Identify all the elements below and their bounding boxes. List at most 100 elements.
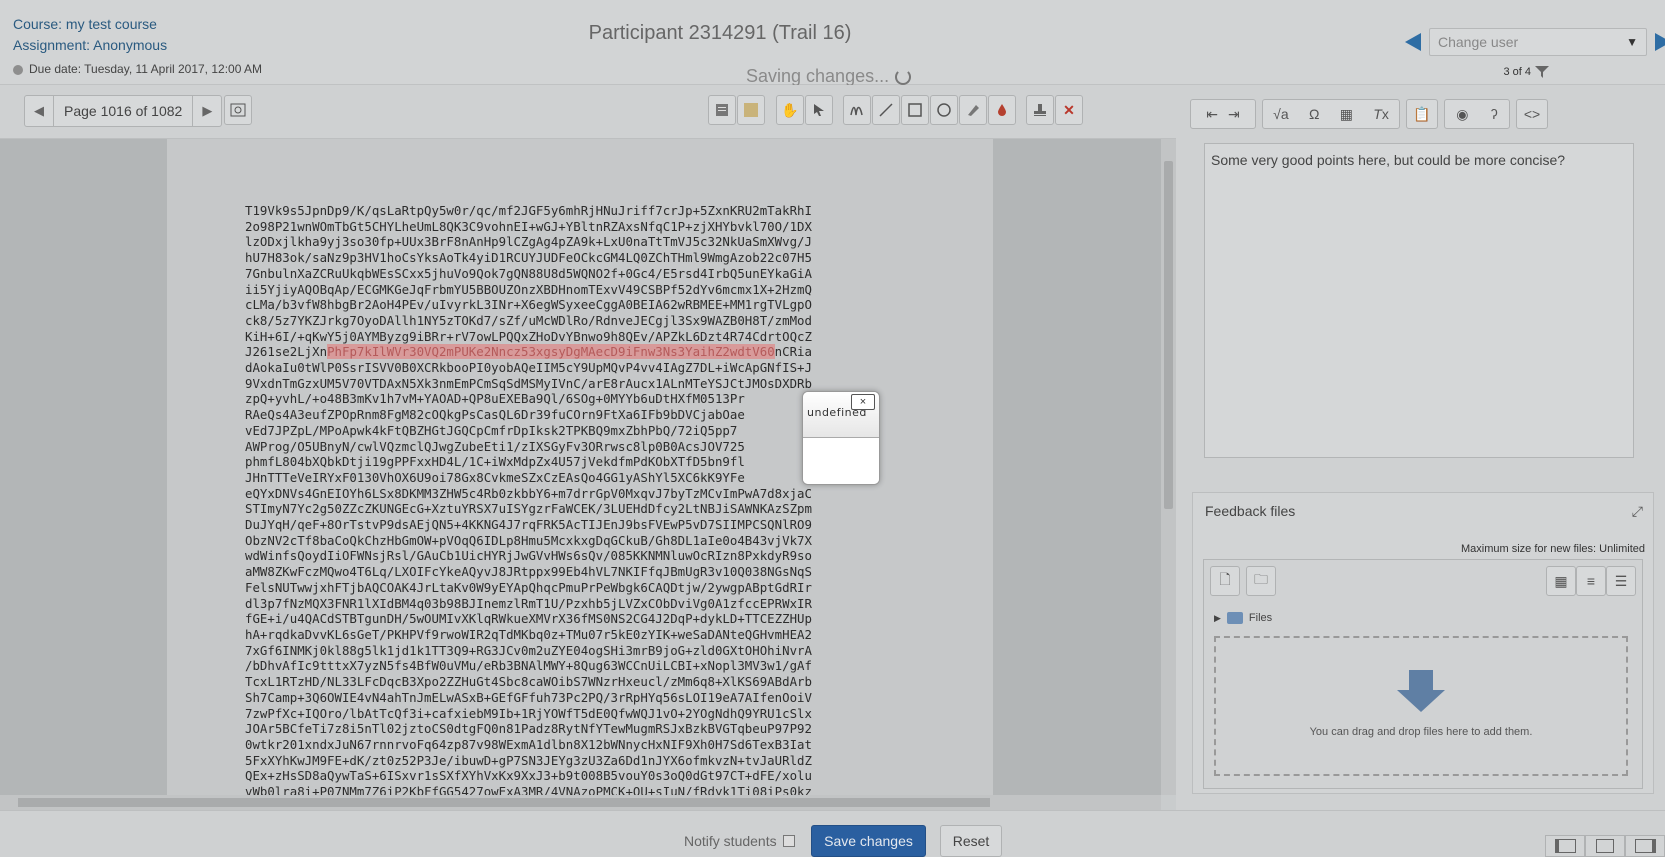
line-text: T19Vk9s5JpnDp9/K/qsLaRtpQy5w0r/qc/mf2JGF… [245, 203, 812, 218]
due-date-text: Due date: Tuesday, 11 April 2017, 12:00 … [29, 62, 263, 76]
next-page-button[interactable]: ▶ [193, 96, 221, 126]
eye-icon[interactable]: ◉ [1456, 106, 1468, 123]
special-char-icon[interactable]: Ω [1309, 106, 1319, 122]
clear-format-icon[interactable]: Tx [1373, 106, 1389, 122]
page-select[interactable]: Page 1016 of 1082 [53, 96, 194, 126]
grading-actions: Notify students Save changes Reset [0, 810, 1665, 857]
comment-button[interactable] [708, 95, 736, 125]
gear-icon [13, 64, 23, 75]
document-line: wdWinfsQoydIiOFWNsjRsl/GAuCb1UicHYRjJwGV… [245, 548, 812, 564]
add-file-button[interactable]: 🗋 [1210, 566, 1240, 596]
document-line: phmfL804bXQbkDtji19gPPFxxHD4L/1C+iWxMdpZ… [245, 454, 812, 470]
document-line: J261se2LjXnPhFp7kIlWVr30VQ2mPUKe2Nncz53x… [245, 344, 812, 360]
expand-arrow-icon: ▶ [1214, 612, 1221, 623]
outdent-icon[interactable]: ⇤ [1206, 106, 1218, 123]
search-comments-button[interactable] [224, 95, 252, 125]
document-line: hA+rqdkaDvvKL6sGeT/PKHPVf9rwoWIR2qTdMKbq… [245, 627, 812, 643]
line-text: STImyN7Yc2g50ZZcZKUNGEcG+XztuYRSX7uISYgz… [245, 501, 812, 517]
previous-user-icon[interactable] [1405, 33, 1421, 51]
document-line: Sh7Camp+3Q6OWIE4vN4ahTnJmELwASxB+GEfGFfu… [245, 690, 812, 706]
document-line: 7zwPfXc+IQOro/lbAtTcQf3i+cafxiebM9Ib+1Rj… [245, 706, 812, 722]
editor-toolbar: ⇤ ⇥ √a Ω ▦ Tx 📋 ◉ ʔ <> [1190, 99, 1650, 133]
indent-icon[interactable]: ⇥ [1228, 106, 1240, 123]
paste-button[interactable]: 📋 [1406, 99, 1438, 129]
document-line: 5FxXYhKwJM9FE+dK/zt0z52P3Je/ibuwD+gP7SN3… [245, 753, 812, 769]
dialog-body [803, 438, 879, 484]
document-line: dl3p7fNzMQX3FNR1lXIdBM4q03b98BJInemzlRmT… [245, 596, 812, 612]
previous-page-button[interactable]: ◀ [25, 96, 53, 126]
line-text: DuJYqH/qeF+8OrTstvP9dsAEjQN5+4KKNG4J7rqF… [245, 517, 812, 533]
rectangle-tool-button[interactable] [901, 95, 929, 125]
notify-students: Notify students [684, 833, 795, 849]
line-text: cLMa/b3vfW8hbgBr2AoH4PEv/uIvyrkL3INr+X6e… [245, 297, 812, 313]
stamp-color-button[interactable]: ✕ [1055, 95, 1083, 125]
annotation-color-button[interactable] [988, 95, 1016, 125]
stamp-tool-button[interactable] [1026, 95, 1054, 125]
line-text: dl3p7fNzMQX3FNR1lXIdBM4q03b98BJInemzlRmT… [245, 595, 812, 611]
folder-tree-item[interactable]: ▶ Files [1214, 612, 1272, 624]
filter-icon[interactable] [1535, 66, 1549, 78]
pan-tool-button[interactable]: ✋ [776, 95, 804, 125]
document-line: ck8/5z7YKZJrkg7OyoDAllh1NY5zTOKd7/sZf/uM… [245, 313, 812, 329]
line-text: 2o98P21wnWOmTbGt5CHYLheUmL8QK3C9vohnEI+w… [245, 218, 812, 234]
pen-tool-button[interactable] [843, 95, 871, 125]
user-count: 3 of 4 [1503, 66, 1549, 78]
notify-checkbox[interactable] [782, 835, 795, 847]
indent-buttons: ⇤ ⇥ [1190, 99, 1256, 129]
document-line: TcxL1RTzHD/NL33LFcDqcB3Xpo2ZZHuGt4Sbc8ca… [245, 674, 812, 690]
rectangle-icon [908, 103, 922, 117]
oval-tool-button[interactable] [930, 95, 958, 125]
view-list-button[interactable]: ≡ [1576, 566, 1606, 596]
default-layout-button[interactable] [1585, 835, 1625, 857]
line-tool-button[interactable] [872, 95, 900, 125]
document-line: FelsNUTwwjxhFTjbAQCOAK4JrLtaKv0W9yEYApQh… [245, 580, 812, 596]
add-file-icon: 🗋 [1219, 571, 1231, 587]
expand-icon[interactable]: ⤢ [1632, 503, 1643, 520]
insert-buttons: √a Ω ▦ Tx [1262, 99, 1400, 129]
document-line: /bDhvAfIc9tttxX7yzN5fs4BfW0uVMu/eRb3BNAl… [245, 658, 812, 674]
html-button[interactable]: <> [1516, 99, 1548, 129]
highlighter-icon [968, 105, 979, 116]
file-drop-zone[interactable]: You can drag and drop files here to add … [1214, 636, 1628, 776]
line-text: /bDhvAfIc9tttxX7yzN5fs4BfW0uVMu/eRb3BNAl… [245, 658, 812, 674]
scroll-thumb[interactable] [18, 798, 990, 807]
collapse-review-button[interactable] [1545, 835, 1585, 857]
line-text: KiH+6I/+qKwY5j0AYMByzg9iBRr+rV7owLPQQxZH… [245, 328, 812, 344]
document-line: vWb0lra8i+P07NMm7Z6iP2KbFfGG5427owExA3MR… [245, 784, 812, 795]
change-user-select[interactable]: Change user ▼ [1429, 28, 1647, 56]
pdf-viewer[interactable]: T19Vk9s5JpnDp9/K/qsLaRtpQy5w0r/qc/mf2JGF… [0, 139, 1176, 795]
comment-color-button[interactable] [737, 95, 765, 125]
document-line: DuJYqH/qeF+8OrTstvP9dsAEjQN5+4KKNG4J7rqF… [245, 517, 812, 533]
vertical-scrollbar[interactable] [1161, 139, 1176, 795]
document-line: RAeQs4A3eufZPOpRnm8FgM82cOQkgPsCasQL6Dr3… [245, 407, 812, 423]
highlight-tool-button[interactable] [959, 95, 987, 125]
line-text: QEx+zHsSD8aQywTaS+6ISxvr1sSXfXYhVxKx9XxJ… [245, 768, 812, 784]
equation-icon[interactable]: √a [1273, 106, 1288, 122]
view-icons-button[interactable]: ▦ [1546, 566, 1576, 596]
create-folder-button[interactable]: 🗀 [1246, 566, 1276, 596]
document-line: JHnTTTeVeIRYxF0130VhOX6U9oi78Gx8CvkmeSZx… [245, 470, 812, 486]
drop-zone-text: You can drag and drop files here to add … [1309, 726, 1533, 738]
table-icon[interactable]: ▦ [1340, 106, 1353, 123]
list-icon: ≡ [1586, 573, 1596, 589]
line-text: ObzNV2cTf8baCoQkChzHbGmOW+pVOqQ6IDLp8Hmu… [245, 532, 812, 548]
save-changes-button[interactable]: Save changes [811, 825, 926, 857]
feedback-comment-textarea[interactable]: Some very good points here, but could be… [1204, 143, 1634, 458]
folder-icon [1226, 612, 1243, 624]
select-tool-button[interactable] [805, 95, 833, 125]
view-tree-button[interactable]: ☰ [1606, 566, 1636, 596]
next-user-icon[interactable] [1655, 33, 1665, 51]
ear-icon[interactable]: ʔ [1491, 106, 1498, 122]
collapse-grade-button[interactable] [1625, 835, 1665, 857]
scroll-thumb[interactable] [1164, 161, 1173, 509]
dialog-close-button[interactable]: × [851, 394, 875, 410]
document-line: cLMa/b3vfW8hbgBr2AoH4PEv/uIvyrkL3INr+X6e… [245, 297, 812, 313]
search-icon [230, 103, 246, 117]
accessibility-buttons: ◉ ʔ [1444, 99, 1510, 129]
reset-button[interactable]: Reset [940, 825, 1002, 857]
line-text: aMW8ZKwFczMQwo4T6Lq/LXOIFcYkeAQyvJ8JRtpp… [245, 564, 812, 580]
horizontal-scrollbar[interactable] [0, 795, 1161, 810]
line-text: RAeQs4A3eufZPOpRnm8FgM82cOQkgPsCasQL6Dr3… [245, 407, 745, 423]
line-text: J261se2LjXn [245, 344, 328, 360]
feedback-panel: ⇤ ⇥ √a Ω ▦ Tx 📋 ◉ ʔ <> Some very good po… [1176, 85, 1665, 810]
